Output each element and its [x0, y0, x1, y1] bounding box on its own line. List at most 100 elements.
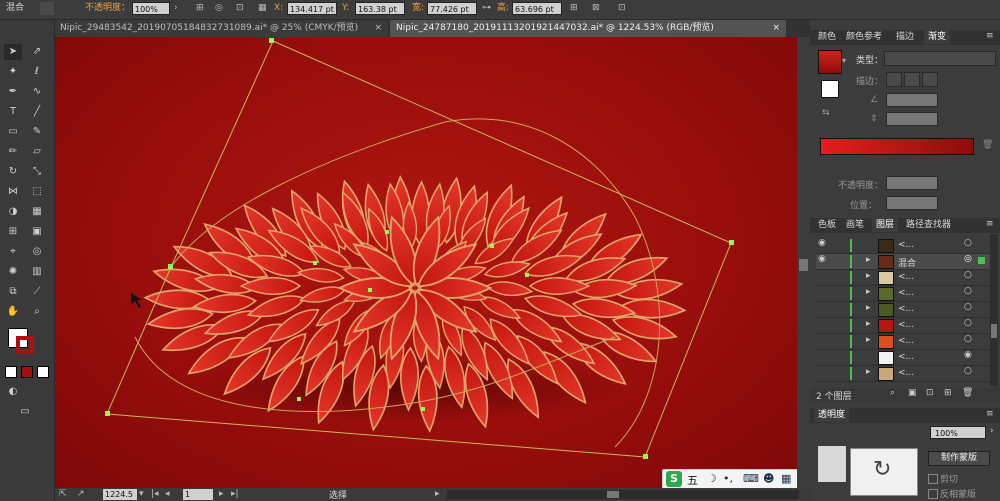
eyedropper-tool-icon[interactable]: ⌖ — [4, 244, 22, 260]
y-input[interactable]: 163.38 pt — [355, 2, 405, 15]
align-icon[interactable]: ⊞ — [196, 2, 204, 15]
aspect-input[interactable] — [886, 112, 938, 126]
layer-row[interactable]: ▸ <... ○ — [816, 318, 990, 334]
fill-stroke-indicator[interactable] — [821, 80, 839, 98]
expand-arrow-icon[interactable]: ▸ — [866, 255, 871, 265]
transform-icon[interactable]: ⊡ — [236, 2, 244, 15]
none-mode-icon[interactable] — [37, 366, 49, 378]
expand-arrow-icon[interactable]: ▸ — [866, 287, 871, 297]
expand-arrow-icon[interactable]: ▸ — [866, 271, 871, 281]
link-icon[interactable]: ⊶ — [482, 2, 491, 15]
selection-indicator[interactable] — [978, 257, 985, 264]
direct-selection-tool-icon[interactable]: ⇗ — [28, 44, 46, 60]
settings-icon[interactable]: ▦ — [781, 472, 791, 485]
layer-name[interactable]: <... — [898, 272, 914, 282]
gradient-position-input[interactable] — [886, 196, 938, 210]
scale-tool-icon[interactable]: ⤡ — [28, 164, 46, 180]
tab-gradient[interactable]: 渐变 — [924, 30, 951, 44]
layer-row[interactable]: <... ◉ — [816, 350, 990, 366]
scroll-thumb[interactable] — [607, 491, 619, 498]
target-icon[interactable]: ○ — [964, 270, 972, 280]
user-icon[interactable]: ☻ — [763, 472, 774, 485]
rectangle-tool-icon[interactable]: ▭ — [4, 124, 22, 140]
punctuation-icon[interactable]: •, — [723, 472, 733, 485]
locate-object-icon[interactable]: ⌕ — [890, 388, 895, 398]
clip-checkbox[interactable] — [928, 474, 938, 484]
layer-row[interactable]: ▸ <... ○ — [816, 270, 990, 286]
curvature-tool-icon[interactable]: ∿ — [28, 84, 46, 100]
h-input[interactable]: 63.696 pt — [512, 2, 562, 15]
target-icon[interactable]: ◎ — [964, 254, 972, 264]
gradient-tool-icon[interactable]: ▣ — [28, 224, 46, 240]
new-sublayer-icon[interactable]: ⊡ — [926, 388, 934, 398]
tab-document-1[interactable]: Nipic_29483542_20190705184832731089.ai* … — [54, 20, 388, 37]
paintbrush-tool-icon[interactable]: ✎ — [28, 124, 46, 140]
layer-row[interactable]: ◉ ▸ 混合 ◎ — [816, 254, 990, 270]
column-graph-tool-icon[interactable]: ▥ — [28, 264, 46, 280]
isolate-icon[interactable]: ⊠ — [592, 2, 600, 15]
artboard-canvas[interactable]: 经验 S 五 ☽ •, ⌨ ☻ ▦ — [55, 37, 797, 488]
w-input[interactable]: 77.426 pt — [427, 2, 477, 15]
lasso-tool-icon[interactable]: ℓ — [28, 64, 46, 80]
tab-stroke[interactable]: 描边 — [892, 30, 918, 44]
stroke-swatch[interactable] — [16, 336, 34, 354]
layer-row[interactable]: ▸ <... ○ — [816, 302, 990, 318]
close-icon[interactable]: × — [772, 20, 780, 37]
layer-row[interactable]: ▸ <... ○ — [816, 334, 990, 350]
expand-arrow-icon[interactable]: ▸ — [866, 319, 871, 329]
isolate-exit-icon[interactable]: ⊡ — [618, 2, 626, 15]
panel-menu-icon[interactable]: ≡ — [986, 219, 994, 229]
line-tool-icon[interactable]: ╱ — [28, 104, 46, 120]
transparency-opacity-input[interactable]: 100% — [930, 426, 986, 439]
layer-row[interactable]: ▸ <... ○ — [816, 286, 990, 302]
target-icon[interactable]: ○ — [964, 334, 972, 344]
expand-arrow-icon[interactable]: ▸ — [866, 303, 871, 313]
target-icon[interactable]: ○ — [964, 238, 972, 248]
vertical-scrollbar[interactable] — [797, 37, 810, 488]
artboard-tool-icon[interactable]: ⧉ — [4, 284, 22, 300]
next-page-icon[interactable]: ▸ — [219, 489, 224, 499]
chevron-down-icon[interactable]: ▾ — [842, 56, 846, 65]
tab-color[interactable]: 颜色 — [814, 30, 840, 44]
pencil-tool-icon[interactable]: ✏ — [4, 144, 22, 160]
zoom-input[interactable]: 1224.5 — [103, 489, 137, 500]
chevron-right-icon[interactable]: › — [990, 426, 994, 436]
artboard-nav-icon[interactable]: ⇱ — [59, 489, 67, 499]
shape-builder-tool-icon[interactable]: ◑ — [4, 204, 22, 220]
gradient-slider[interactable] — [820, 138, 974, 155]
recolor-icon[interactable]: ◎ — [215, 2, 223, 15]
gradient-type-select[interactable] — [884, 51, 996, 66]
gradient-mode-icon[interactable] — [21, 366, 33, 378]
close-icon[interactable]: × — [374, 20, 382, 37]
pen-tool-icon[interactable]: ✒ — [4, 84, 22, 100]
tab-document-2[interactable]: Nipic_24787180_20191113201921447032.ai* … — [390, 20, 786, 37]
target-icon[interactable]: ○ — [964, 366, 972, 376]
ime-toolbar[interactable]: S 五 ☽ •, ⌨ ☻ ▦ — [662, 469, 797, 488]
status-menu-icon[interactable]: ▸ — [435, 489, 440, 499]
export-icon[interactable]: ↗ — [77, 489, 85, 499]
moon-icon[interactable]: ☽ — [707, 472, 717, 485]
expand-arrow-icon[interactable]: ▸ — [866, 335, 871, 345]
type-tool-icon[interactable]: T — [4, 104, 22, 120]
grid-icon[interactable]: ⊞ — [570, 2, 578, 15]
scroll-thumb[interactable] — [991, 324, 997, 338]
magic-wand-tool-icon[interactable]: ✦ — [4, 64, 22, 80]
keyboard-icon[interactable]: ⌨ — [743, 472, 759, 485]
rotate-tool-icon[interactable]: ↻ — [4, 164, 22, 180]
width-tool-icon[interactable]: ⋈ — [4, 184, 22, 200]
last-page-icon[interactable]: ▸| — [231, 489, 239, 499]
tab-transparency[interactable]: 透明度 — [814, 408, 850, 422]
target-icon[interactable]: ◉ — [964, 350, 972, 360]
first-page-icon[interactable]: |◂ — [151, 489, 159, 499]
free-transform-tool-icon[interactable]: ⬚ — [28, 184, 46, 200]
horizontal-scrollbar[interactable] — [447, 490, 799, 499]
symbol-sprayer-tool-icon[interactable]: ✺ — [4, 264, 22, 280]
mask-thumbnail[interactable]: ↻ — [850, 448, 918, 496]
scroll-thumb[interactable] — [799, 259, 808, 271]
panel-menu-icon[interactable]: ≡ — [986, 409, 994, 419]
mesh-tool-icon[interactable]: ⊞ — [4, 224, 22, 240]
tab-pathfinder[interactable]: 路径查找器 — [902, 218, 955, 232]
layers-list[interactable]: ◉ <... ○ ◉ ▸ 混合 ◎ ▸ <... ○ ▸ <... ○ ▸ <.… — [810, 234, 990, 386]
color-mode-icon[interactable] — [5, 366, 17, 378]
page-input[interactable]: 1 — [183, 489, 213, 500]
